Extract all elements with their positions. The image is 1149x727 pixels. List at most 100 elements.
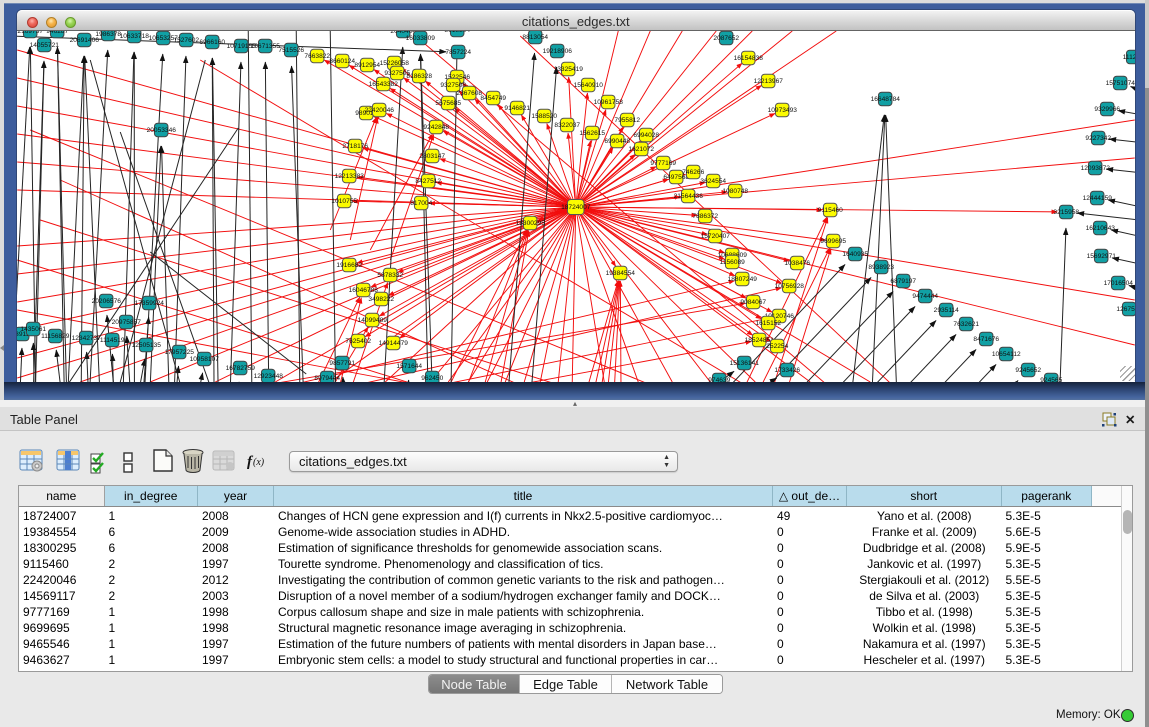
svg-text:8912954: 8912954 (354, 62, 380, 69)
svg-text:9245652: 9245652 (1015, 367, 1041, 374)
svg-text:1267534: 1267534 (1116, 306, 1135, 313)
svg-text:746266: 746266 (682, 169, 704, 176)
svg-text:16782759: 16782759 (226, 365, 256, 372)
svg-text:10973493: 10973493 (768, 107, 798, 114)
svg-text:817004: 817004 (410, 200, 432, 207)
svg-text:9146821: 9146821 (504, 105, 530, 112)
svg-text:1615152: 1615152 (755, 320, 781, 327)
svg-text:15640910: 15640910 (574, 82, 604, 89)
svg-text:11156829: 11156829 (41, 333, 70, 340)
svg-text:8979444: 8979444 (314, 375, 340, 382)
svg-text:111213: 111213 (1123, 54, 1135, 61)
svg-text:9115460: 9115460 (818, 207, 844, 214)
svg-text:9857791: 9857791 (329, 360, 355, 367)
svg-text:8186328: 8186328 (406, 73, 432, 80)
svg-text:9474444: 9474444 (912, 293, 938, 300)
svg-text:6994028: 6994028 (633, 132, 659, 139)
svg-text:1527602: 1527602 (173, 37, 199, 44)
svg-text:16210643: 16210643 (1086, 225, 1116, 232)
svg-text:14055721: 14055721 (30, 42, 60, 49)
svg-text:8660124: 8660124 (329, 58, 355, 65)
svg-text:2367608: 2367608 (456, 90, 482, 97)
svg-text:12213383: 12213383 (335, 173, 365, 180)
svg-text:10633718: 10633718 (120, 33, 150, 40)
svg-text:1114519: 1114519 (100, 337, 125, 344)
svg-text:1621072: 1621072 (628, 146, 654, 153)
svg-text:19218906: 19218906 (543, 48, 573, 55)
svg-text:15136141: 15136141 (730, 360, 760, 367)
svg-text:14914479: 14914479 (379, 340, 409, 347)
svg-text:2718176: 2718176 (342, 143, 368, 150)
svg-text:5675685: 5675685 (435, 100, 461, 107)
svg-text:7515526: 7515526 (278, 47, 304, 54)
svg-text:16671355: 16671355 (251, 43, 281, 50)
svg-text:12505135: 12505135 (132, 342, 162, 349)
svg-text:13325419: 13325419 (554, 66, 584, 73)
svg-text:9699695: 9699695 (820, 238, 846, 245)
svg-text:17016504: 17016504 (1104, 280, 1134, 287)
svg-text:18807249: 18807249 (728, 276, 758, 283)
svg-text:16154838: 16154838 (734, 55, 764, 62)
svg-text:7857224: 7857224 (445, 49, 471, 56)
svg-text:1571644: 1571644 (396, 363, 422, 370)
svg-text:12444159: 12444159 (1083, 195, 1113, 202)
svg-text:20206576: 20206576 (92, 298, 122, 305)
svg-text:946287: 946287 (46, 31, 68, 35)
svg-text:12923448: 12923448 (254, 373, 284, 380)
svg-text:18300295: 18300295 (516, 220, 546, 227)
svg-text:1640935: 1640935 (842, 251, 868, 258)
svg-text:6990448: 6990448 (604, 138, 630, 145)
svg-text:1435061: 1435061 (20, 326, 46, 333)
svg-text:6966160: 6966160 (199, 39, 225, 46)
svg-text:2803147: 2803147 (419, 153, 445, 160)
svg-text:16033809: 16033809 (406, 35, 436, 42)
svg-text:9227342: 9227342 (1085, 135, 1111, 142)
svg-text:252254: 252254 (766, 343, 788, 350)
svg-text:8938923: 8938923 (868, 264, 894, 271)
svg-text:1080748: 1080748 (722, 188, 748, 195)
svg-text:14099489: 14099489 (358, 317, 388, 324)
svg-text:7625402: 7625402 (345, 338, 371, 345)
svg-text:12213967: 12213967 (754, 78, 784, 85)
svg-text:10961758: 10961758 (594, 99, 624, 106)
svg-text:2169737: 2169737 (17, 31, 43, 35)
svg-text:19384554: 19384554 (606, 270, 636, 277)
svg-text:17359924: 17359924 (135, 300, 165, 307)
svg-text:1038476: 1038476 (784, 260, 810, 267)
svg-text:15720407: 15720407 (701, 233, 731, 240)
svg-text:1562615: 1562615 (579, 130, 605, 137)
svg-text:16543382: 16543382 (369, 81, 399, 88)
svg-text:3624554: 3624554 (700, 178, 726, 185)
svg-text:1010755: 1010755 (331, 198, 357, 205)
svg-text:18724007: 18724007 (561, 204, 591, 211)
svg-text:2935114: 2935114 (934, 307, 960, 314)
svg-text:2087652: 2087652 (713, 35, 739, 42)
svg-text:3498222: 3498222 (368, 296, 394, 303)
svg-text:8427512: 8427512 (415, 178, 441, 185)
svg-text:1588520: 1588520 (531, 113, 557, 120)
svg-text:7663822: 7663822 (304, 53, 330, 60)
svg-text:7632621: 7632621 (953, 321, 979, 328)
svg-text:8471676: 8471676 (973, 336, 999, 343)
svg-text:8454749: 8454749 (480, 95, 506, 102)
svg-text:1986378: 1986378 (95, 31, 121, 38)
svg-text:1733426: 1733426 (774, 367, 800, 374)
svg-text:21564436: 21564436 (674, 193, 704, 200)
svg-text:10756928: 10756928 (775, 283, 805, 290)
svg-text:962450: 962450 (421, 375, 443, 382)
svg-text:17957225: 17957225 (165, 349, 195, 356)
svg-text:7886372: 7886372 (692, 213, 718, 220)
svg-text:8813054: 8813054 (522, 34, 548, 41)
svg-text:8322037: 8322037 (554, 122, 580, 129)
svg-text:7955812: 7955812 (614, 117, 640, 124)
svg-text:20691406: 20691406 (70, 37, 100, 44)
svg-text:5878332: 5878332 (377, 272, 403, 279)
svg-text:15692971: 15692971 (1087, 253, 1117, 260)
svg-text:8618304: 8618304 (444, 31, 470, 34)
svg-text:1156089: 1156089 (720, 259, 746, 266)
svg-text:974639: 974639 (708, 377, 730, 382)
svg-text:9084067: 9084067 (740, 299, 766, 306)
svg-text:3215958: 3215958 (1053, 209, 1079, 216)
svg-text:9777169: 9777169 (650, 160, 676, 167)
svg-text:16046788: 16046788 (349, 287, 379, 294)
